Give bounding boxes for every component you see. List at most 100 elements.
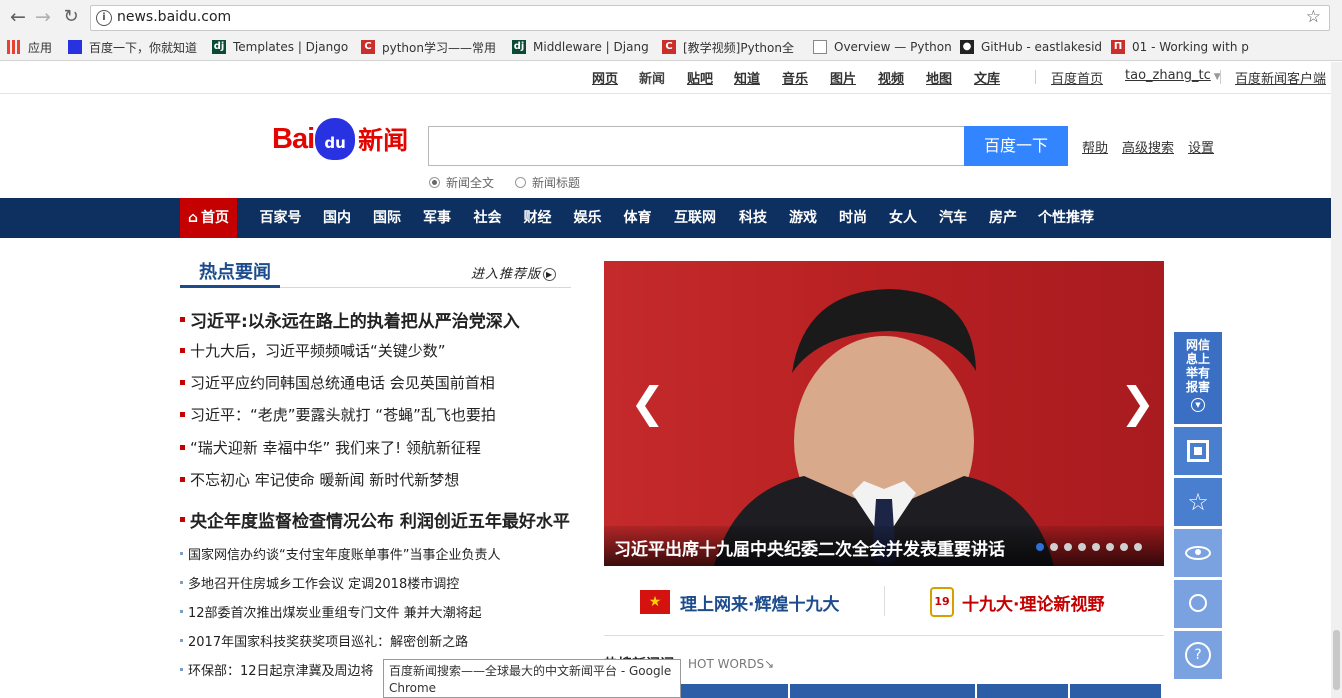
back-arrow-icon[interactable]: ←: [7, 7, 29, 29]
scrollbar[interactable]: [1331, 62, 1342, 698]
nav-tab-label[interactable]: 互联网: [674, 210, 716, 226]
bookmark-label[interactable]: Templates | Django: [233, 40, 348, 54]
banner-left[interactable]: ★ 理上网来·辉煌十九大: [640, 586, 839, 618]
eye-button[interactable]: [1174, 529, 1222, 577]
hot-word-tile[interactable]: [680, 684, 788, 698]
baidu-news-logo[interactable]: Bai du 新闻: [272, 114, 408, 164]
news-item[interactable]: 习近平：“老虎”要露头就打 “苍蝇”乱飞也要拍: [180, 404, 496, 425]
nav-tab-3[interactable]: 国际: [364, 198, 410, 238]
nav-tab-12[interactable]: 时尚: [830, 198, 876, 238]
nav-tab-label[interactable]: 财经: [524, 210, 552, 226]
url-text[interactable]: news.baidu.com: [117, 9, 231, 25]
chevron-circle-icon[interactable]: ▼: [1191, 398, 1205, 412]
carousel-dot[interactable]: [1134, 543, 1142, 551]
bookmark-label[interactable]: 01 - Working with p: [1132, 40, 1249, 54]
nav-tab-14[interactable]: 汽车: [930, 198, 976, 238]
report-button[interactable]: 网信息上举有报害 ▼: [1174, 332, 1222, 424]
advanced-search-link[interactable]: 高级搜索: [1122, 137, 1174, 156]
news-title[interactable]: 十九大后，习近平频频喊话“关键少数”: [190, 340, 446, 361]
nav-tab-6[interactable]: 财经: [515, 198, 560, 238]
news-item[interactable]: 十九大后，习近平频频喊话“关键少数”: [180, 340, 446, 361]
username[interactable]: tao_zhang_tc: [1125, 68, 1211, 83]
banner-right[interactable]: 19 十九大·理论新视野: [930, 586, 1104, 618]
bookmark-label[interactable]: python学习——常用: [382, 39, 496, 56]
info-icon[interactable]: i: [96, 10, 112, 26]
settings-link[interactable]: 设置: [1188, 137, 1214, 156]
news-item[interactable]: 12部委首次推出煤炭业重组专门文件 兼并大潮将起: [180, 602, 482, 621]
nav-tab-label[interactable]: 社会: [474, 210, 502, 226]
nav-tab-5[interactable]: 社会: [465, 198, 510, 238]
carousel-dots[interactable]: [1036, 543, 1148, 551]
nav-tab-label[interactable]: 娱乐: [574, 210, 602, 226]
nav-tab-label[interactable]: 国际: [373, 210, 401, 226]
carousel-dot[interactable]: [1064, 543, 1072, 551]
nav-tab-1[interactable]: 百家号: [252, 198, 309, 238]
news-title[interactable]: 环保部：12日起京津冀及周边将: [188, 660, 374, 679]
help-link[interactable]: 帮助: [1082, 137, 1108, 156]
radio-title[interactable]: 新闻标题: [515, 174, 580, 191]
toplink-1[interactable]: 新闻: [639, 68, 665, 87]
nav-tab-label[interactable]: 房产: [989, 210, 1017, 226]
bookmark-item[interactable]: dj Middleware | Djang: [512, 38, 652, 56]
news-item[interactable]: “瑞犬迎新 幸福中华” 我们来了! 领航新征程: [180, 437, 481, 458]
carousel-image[interactable]: [604, 261, 1164, 566]
news-title[interactable]: 国家网信办约谈“支付宝年度账单事件”当事企业负责人: [188, 544, 500, 563]
nav-tab-7[interactable]: 娱乐: [565, 198, 610, 238]
toplink-4[interactable]: 音乐: [782, 68, 808, 87]
search-icon[interactable]: [1189, 594, 1207, 612]
radio-unchecked-icon[interactable]: [515, 177, 526, 188]
news-item[interactable]: 央企年度监督检查情况公布 利润创近五年最好水平: [180, 507, 570, 532]
nav-tab-11[interactable]: 游戏: [780, 198, 826, 238]
nav-tab-label[interactable]: 体育: [624, 210, 652, 226]
bookmark-item[interactable]: 百度一下，你就知道: [68, 38, 203, 56]
toplink-2[interactable]: 贴吧: [687, 68, 713, 87]
news-item[interactable]: 多地召开住房城乡工作会议 定调2018楼市调控: [180, 573, 459, 592]
star-icon[interactable]: ☆: [1174, 478, 1222, 526]
report-text[interactable]: 网信息上举有报害: [1181, 338, 1215, 394]
radio-checked-icon[interactable]: [429, 177, 440, 188]
nav-tab-label[interactable]: 时尚: [839, 210, 867, 226]
recommend-label[interactable]: 进入推荐版: [471, 267, 541, 282]
news-title[interactable]: 习近平:以永远在路上的执着把从严治党深入: [190, 307, 520, 332]
favorite-button[interactable]: ☆: [1174, 478, 1222, 526]
news-item[interactable]: 国家网信办约谈“支付宝年度账单事件”当事企业负责人: [180, 544, 500, 563]
user-menu[interactable]: tao_zhang_tc ▼: [1125, 68, 1221, 83]
toplink-0[interactable]: 网页: [592, 68, 618, 87]
bookmark-label[interactable]: [教学视频]Python全: [683, 39, 794, 56]
nav-tab-label[interactable]: 军事: [423, 210, 451, 226]
nav-tab-label[interactable]: 科技: [739, 210, 767, 226]
bookmark-label[interactable]: Middleware | Djang: [533, 40, 649, 54]
bookmark-label[interactable]: GitHub - eastlakesid: [981, 40, 1102, 54]
bookmark-item[interactable]: C [教学视频]Python全: [662, 38, 805, 56]
nav-tab-16[interactable]: 个性推荐: [1030, 198, 1102, 238]
nav-tab-label[interactable]: 国内: [323, 210, 351, 226]
nav-tab-label[interactable]: 首页: [201, 210, 229, 226]
nav-tab-label[interactable]: 游戏: [789, 210, 817, 226]
news-title[interactable]: “瑞犬迎新 幸福中华” 我们来了! 领航新征程: [190, 437, 481, 458]
arrow-circle-icon[interactable]: ▶: [543, 268, 557, 281]
bookmark-label[interactable]: 应用: [28, 39, 52, 56]
bookmark-item[interactable]: 应用: [7, 38, 62, 56]
news-title[interactable]: 习近平应约同韩国总统通电话 会见英国前首相: [190, 372, 495, 393]
qrcode-button[interactable]: [1174, 427, 1222, 475]
news-item[interactable]: 不忘初心 牢记使命 暖新闻 新时代新梦想: [180, 469, 459, 490]
forward-arrow-icon[interactable]: →: [32, 7, 54, 29]
nav-tab-label[interactable]: 女人: [889, 210, 917, 226]
nav-tab-10[interactable]: 科技: [730, 198, 776, 238]
toplink-8[interactable]: 文库: [974, 68, 1000, 87]
news-title[interactable]: 12部委首次推出煤炭业重组专门文件 兼并大潮将起: [188, 602, 482, 621]
headline-carousel[interactable]: ❮ ❯ 习近平出席十九届中央纪委二次全会并发表重要讲话: [604, 261, 1164, 566]
nav-tab-label[interactable]: 百家号: [260, 210, 302, 226]
news-item[interactable]: 环保部：12日起京津冀及周边将: [180, 660, 374, 679]
search-button[interactable]: 百度一下: [964, 126, 1068, 166]
news-client-link[interactable]: 百度新闻客户端: [1235, 68, 1326, 87]
carousel-prev-icon[interactable]: ❮: [630, 382, 665, 424]
carousel-dot[interactable]: [1078, 543, 1086, 551]
nav-tab-8[interactable]: 体育: [615, 198, 660, 238]
recommend-link[interactable]: 进入推荐版 ▶: [471, 263, 557, 282]
news-title[interactable]: 不忘初心 牢记使命 暖新闻 新时代新梦想: [190, 469, 459, 490]
banner-right-text[interactable]: 十九大·理论新视野: [962, 590, 1104, 615]
carousel-next-icon[interactable]: ❯: [1120, 382, 1155, 424]
nav-tab-0[interactable]: ⌂ 首页: [180, 198, 237, 238]
news-item[interactable]: 习近平:以永远在路上的执着把从严治党深入: [180, 307, 520, 332]
